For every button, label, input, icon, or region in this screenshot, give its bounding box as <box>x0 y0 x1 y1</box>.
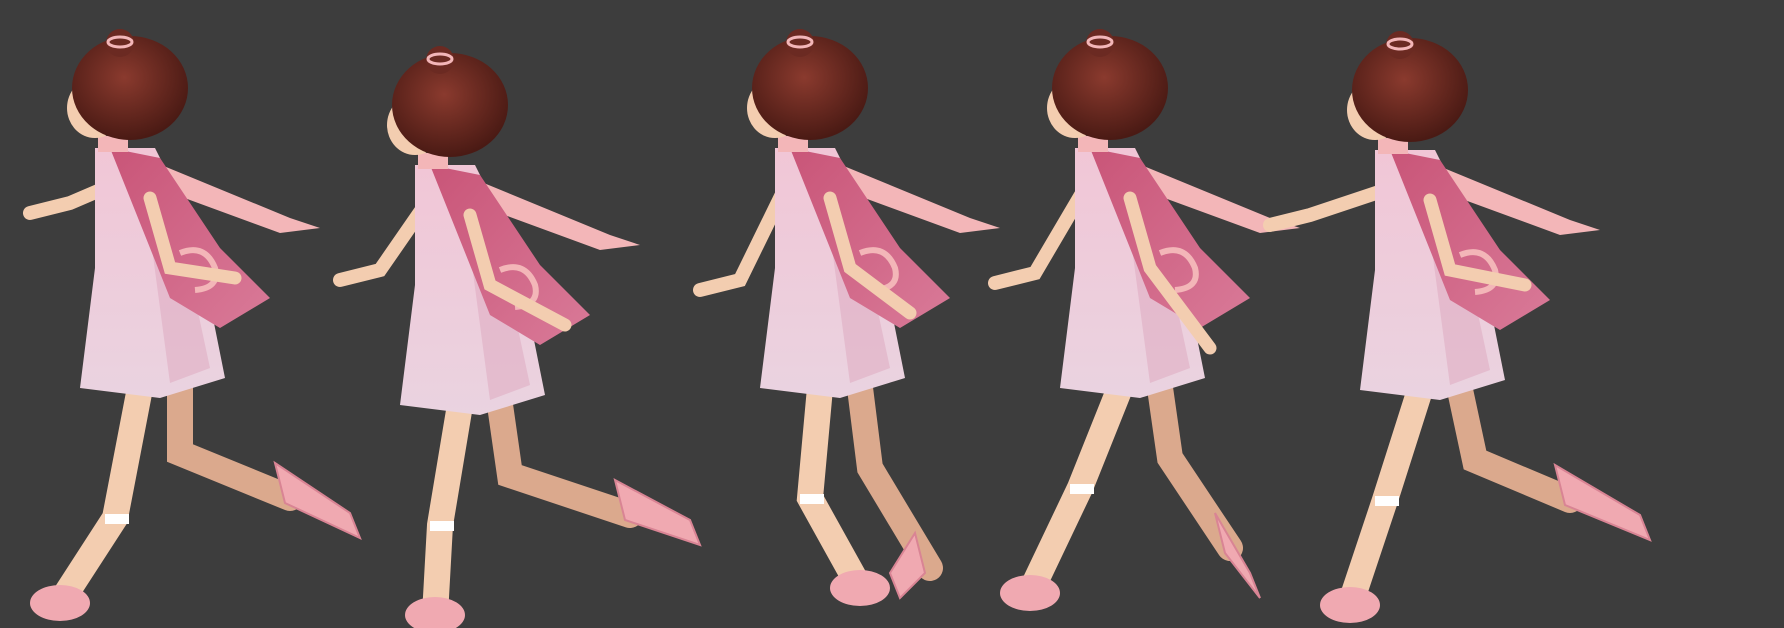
back-arm <box>693 181 792 297</box>
front-leg <box>167 375 303 511</box>
back-arm <box>1263 183 1392 232</box>
front-leg <box>487 392 643 528</box>
back-sock <box>430 521 454 531</box>
front-leg <box>847 375 943 581</box>
back-arm <box>23 181 112 220</box>
back-sock <box>105 514 129 524</box>
back-sock <box>1070 484 1094 494</box>
back-sock <box>800 494 824 504</box>
back-boot <box>405 597 465 628</box>
hair-bun <box>1386 31 1414 59</box>
back-leg <box>422 392 473 628</box>
back-boot <box>1320 587 1380 623</box>
hair-bun <box>786 29 814 57</box>
hair-bun <box>426 46 454 74</box>
back-sock <box>1375 496 1399 506</box>
running-figure-2 <box>333 46 702 628</box>
running-figure-5 <box>1263 31 1652 623</box>
running-figure-1 <box>23 29 362 621</box>
pose-lineup <box>23 29 1652 628</box>
front-boot <box>613 478 702 547</box>
front-boot <box>273 460 362 540</box>
running-figure-4 <box>988 29 1300 611</box>
hair-bun <box>106 29 134 57</box>
running-figure-3 <box>693 29 1000 606</box>
3d-viewport <box>0 0 1784 628</box>
back-boot <box>30 585 90 621</box>
back-arm <box>988 181 1092 290</box>
back-arm <box>333 198 432 287</box>
front-boot <box>1553 462 1652 542</box>
back-leg <box>47 375 153 616</box>
front-leg <box>1447 377 1583 513</box>
back-boot <box>830 570 890 606</box>
back-boot <box>1000 575 1060 611</box>
hair-bun <box>1086 29 1114 57</box>
